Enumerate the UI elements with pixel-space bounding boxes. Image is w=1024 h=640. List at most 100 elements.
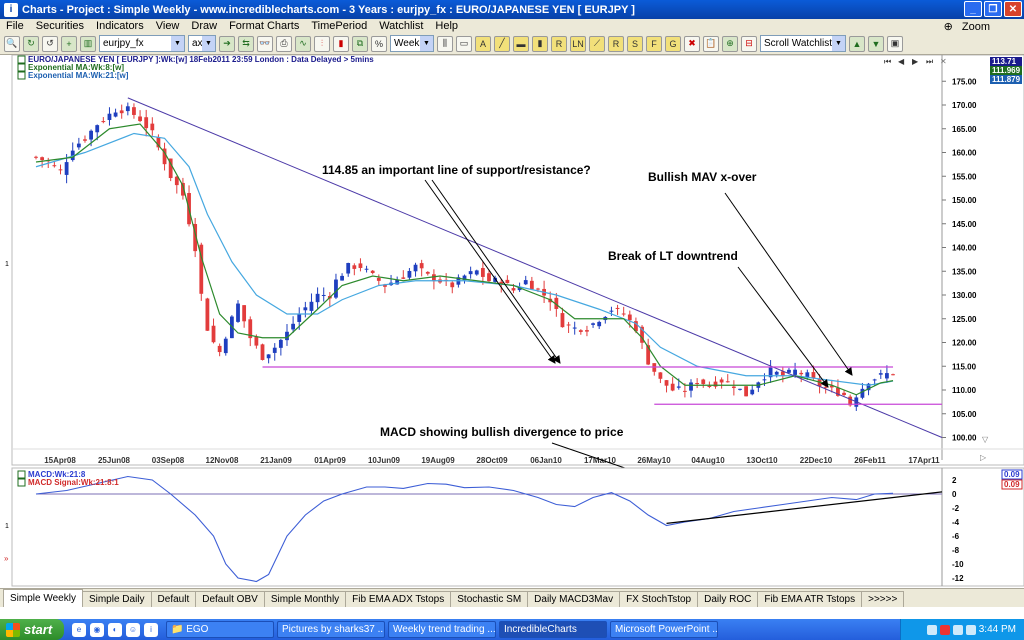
messenger-icon[interactable]: ☺ [126, 622, 140, 637]
task-pictures[interactable]: Pictures by sharks37 ... [277, 621, 385, 638]
watchlist-settings-icon[interactable]: ▣ [887, 35, 903, 52]
binoculars-icon[interactable]: 👓 [257, 35, 273, 52]
draw-tool-speed[interactable]: S [627, 35, 643, 52]
tab-fib-ema-adx[interactable]: Fib EMA ADX Tstops [345, 591, 452, 607]
close-button[interactable]: ✕ [1004, 1, 1022, 17]
tab-daily-roc[interactable]: Daily ROC [697, 591, 759, 607]
candle-body [107, 113, 112, 120]
task-ego[interactable]: 📁 EGO [166, 621, 274, 638]
browser-icon[interactable]: e [72, 622, 86, 637]
crosshair-icon[interactable]: + [61, 35, 77, 52]
draw-tool-vertical[interactable]: ▮ [532, 35, 548, 52]
menu-file[interactable]: File [0, 20, 30, 32]
draw-tool-gann[interactable]: G [665, 35, 681, 52]
task-incrediblecharts[interactable]: IncredibleCharts [499, 621, 607, 638]
candle-body [40, 157, 45, 161]
x-tick-label: 21Jan09 [260, 456, 292, 465]
draw-tool-retracement[interactable]: R [608, 35, 624, 52]
maximize-button[interactable]: ❐ [984, 1, 1002, 17]
zoom-button[interactable]: ⊕ Zoom [938, 20, 1002, 33]
security-combo[interactable]: eurjpy_fx ▼ [99, 35, 185, 52]
menu-format-charts[interactable]: Format Charts [223, 20, 305, 32]
tab-daily-macd[interactable]: Daily MACD3Mav [527, 591, 621, 607]
menu-timeperiod[interactable]: TimePeriod [305, 20, 373, 32]
candle-body [701, 379, 706, 385]
compare-icon[interactable]: ⧉ [352, 35, 368, 52]
candle-body [750, 389, 755, 395]
x-tick-label: 10Jun09 [368, 456, 401, 465]
delete-drawing-icon[interactable]: ✖ [684, 35, 700, 52]
x-tick-label: 01Apr09 [314, 456, 346, 465]
menu-draw[interactable]: Draw [185, 20, 223, 32]
tray-update-icon[interactable] [965, 624, 976, 635]
chart-settings-icon[interactable]: ▥ [80, 35, 96, 52]
menu-indicators[interactable]: Indicators [90, 20, 150, 32]
candle-body [682, 390, 687, 392]
draw-tool-line[interactable]: ╱ [494, 35, 510, 52]
clipboard-icon[interactable]: 📋 [703, 35, 719, 52]
period-combo[interactable]: Weekly ▼ [390, 35, 434, 52]
tray-volume-icon[interactable] [952, 624, 963, 635]
tab-fib-ema-atr[interactable]: Fib EMA ATR Tstops [757, 591, 863, 607]
candle-body [89, 130, 93, 140]
tab-simple-monthly[interactable]: Simple Monthly [263, 591, 347, 607]
line-chart-icon[interactable]: ∿ [295, 35, 311, 52]
menu-securities[interactable]: Securities [30, 20, 90, 32]
menu-watchlist[interactable]: Watchlist [373, 20, 429, 32]
y-tick-label: 140.00 [952, 244, 977, 253]
draw-tool-fan[interactable]: F [646, 35, 662, 52]
bar-chart-icon[interactable]: ⫶ [314, 35, 330, 52]
scroll-down-icon[interactable]: ▼ [868, 35, 884, 52]
redo-icon[interactable]: ↺ [42, 35, 58, 52]
price-chart-svg[interactable]: 100.00 105.00 110.00 115.00 120.00 125.00 130.… [0, 54, 1024, 588]
media-icon[interactable]: ◉ [90, 622, 104, 637]
firefox-icon[interactable]: ◐ [108, 622, 122, 637]
menu-help[interactable]: Help [429, 20, 464, 32]
draw-tool-horizontal[interactable]: ▬ [513, 35, 529, 52]
incrediblecharts-icon[interactable]: i [144, 622, 158, 637]
candle-body [695, 383, 700, 385]
tab-simple-daily[interactable]: Simple Daily [81, 591, 152, 607]
menu-view[interactable]: View [150, 20, 186, 32]
annotation-macd-divergence: MACD showing bullish divergence to price [380, 425, 624, 439]
tab-default-obv[interactable]: Default OBV [195, 591, 265, 607]
start-button[interactable]: start [0, 619, 64, 640]
candle-body [340, 275, 344, 281]
draw-tool-parallel[interactable]: LN [570, 35, 586, 52]
go-forward-icon[interactable]: ➔ [219, 35, 235, 52]
draw-tool-rectangle[interactable]: R [551, 35, 567, 52]
percent-icon[interactable]: % [371, 35, 387, 52]
candle-body [425, 271, 430, 274]
chart-area[interactable]: 100.00 105.00 110.00 115.00 120.00 125.00 130.… [0, 54, 1024, 588]
y-tick-label: 100.00 [952, 434, 977, 443]
tab-default[interactable]: Default [150, 591, 197, 607]
search-icon[interactable]: 🔍 [4, 35, 20, 52]
task-weekly-trend[interactable]: Weekly trend trading ... [388, 621, 496, 638]
log-scale-icon[interactable]: ⫼ [437, 35, 453, 52]
switch-icon[interactable]: ⇆ [238, 35, 254, 52]
ax-combo[interactable]: ax ▼ [188, 35, 216, 52]
candle-body [891, 374, 895, 376]
candle-chart-icon[interactable]: ▮ [333, 35, 349, 52]
minimize-button[interactable]: _ [964, 1, 982, 17]
tab-simple-weekly[interactable]: Simple Weekly [3, 589, 83, 607]
refresh-icon[interactable]: ↻ [23, 35, 39, 52]
scroll-up-icon[interactable]: ▲ [849, 35, 865, 52]
tab-stochastic-sm[interactable]: Stochastic SM [450, 591, 529, 607]
candle-body [260, 344, 265, 360]
ruler-icon[interactable]: ▭ [456, 35, 472, 52]
watchlist-combo[interactable]: Scroll Watchlist ▼ [760, 35, 846, 52]
task-powerpoint[interactable]: Microsoft PowerPoint ... [610, 621, 718, 638]
macd-badge-label: 0.09 [1004, 470, 1020, 479]
chevron-down-icon: ▼ [202, 36, 215, 51]
remove-watchlist-icon[interactable]: ⊟ [741, 35, 757, 52]
add-watchlist-icon[interactable]: ⊕ [722, 35, 738, 52]
draw-tool-trend[interactable]: ⟋ [589, 35, 605, 52]
tray-security-icon[interactable] [939, 624, 950, 635]
draw-tool-arrow[interactable]: A [475, 35, 491, 52]
tray-network-icon[interactable] [926, 624, 937, 635]
tab-more[interactable]: >>>>> [861, 591, 905, 607]
legend-label: Exponential MA:Wk:21:[w] [28, 71, 129, 80]
tab-fx-stoch[interactable]: FX StochTstop [619, 591, 699, 607]
print-icon[interactable]: ⎙ [276, 35, 292, 52]
